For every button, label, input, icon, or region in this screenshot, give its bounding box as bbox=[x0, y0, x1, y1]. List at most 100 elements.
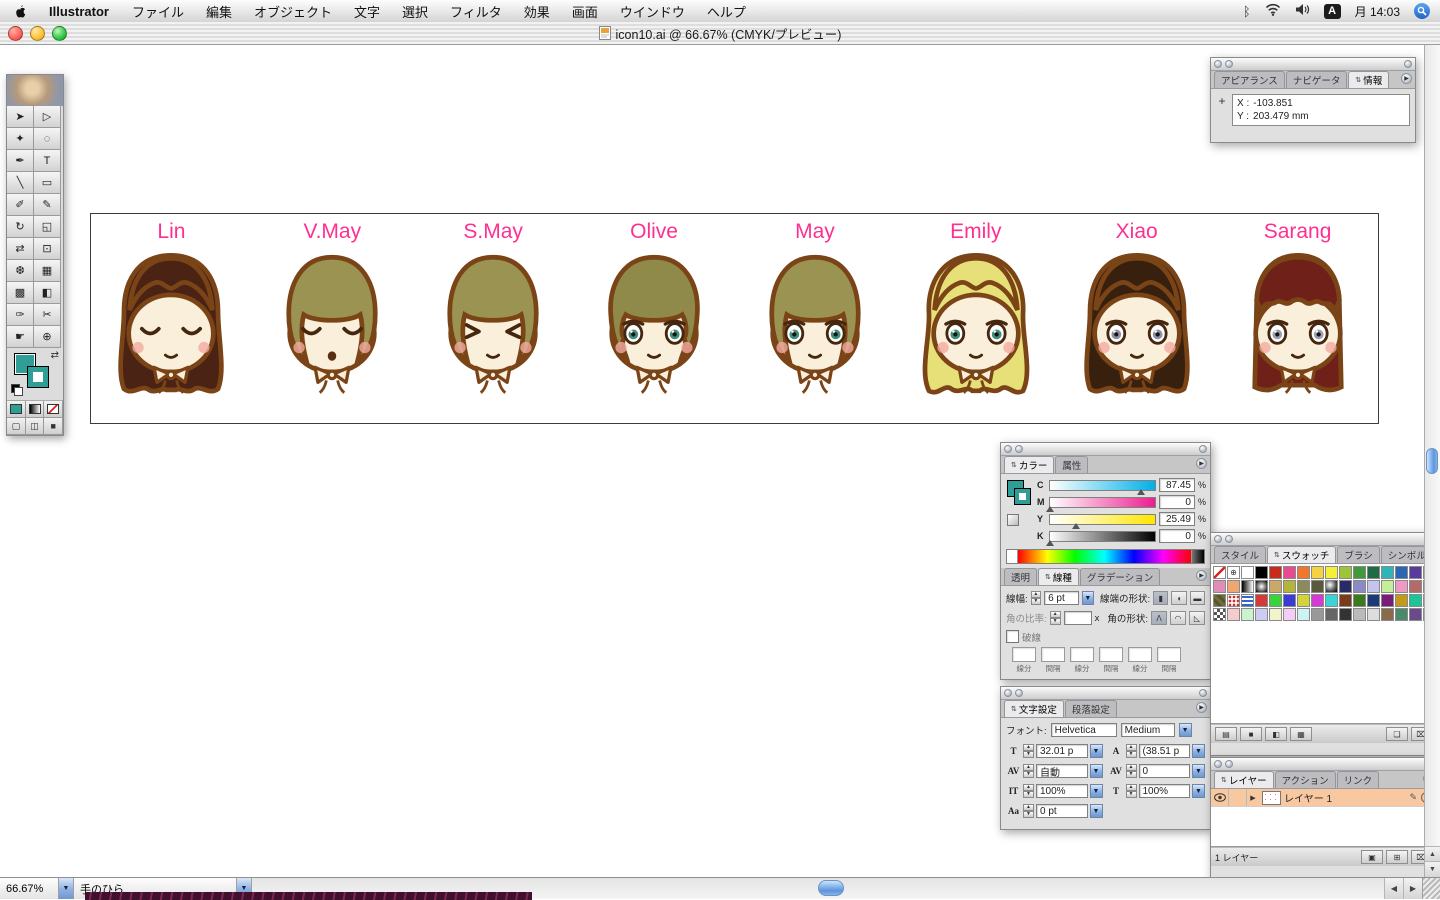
dash-value-field-3[interactable] bbox=[1099, 647, 1123, 662]
stepper-down-icon[interactable]: ▼ bbox=[1023, 751, 1034, 758]
channel-value-field-Y[interactable]: 25.49 bbox=[1158, 512, 1195, 526]
char-setting-value-field[interactable]: 自動 bbox=[1036, 764, 1088, 779]
swatch-44[interactable] bbox=[1381, 594, 1394, 607]
palette-close-button[interactable] bbox=[1214, 535, 1222, 543]
miter-join-button[interactable]: Λ bbox=[1151, 611, 1167, 625]
swatch-24[interactable] bbox=[1325, 580, 1338, 593]
spectrum-white-chip[interactable] bbox=[1007, 550, 1018, 563]
swatch-53[interactable] bbox=[1283, 608, 1296, 621]
swatch-41[interactable] bbox=[1339, 594, 1352, 607]
color-palette-menu-button[interactable]: ▶ bbox=[1196, 458, 1207, 469]
color-tab-1[interactable]: 属性 bbox=[1055, 456, 1089, 473]
dashed-line-checkbox[interactable] bbox=[1006, 630, 1019, 643]
round-cap-button[interactable]: ◖ bbox=[1171, 591, 1187, 605]
swatch-8[interactable] bbox=[1325, 566, 1338, 579]
window-resize-grip[interactable] bbox=[1422, 878, 1440, 899]
swatch-30[interactable] bbox=[1409, 580, 1422, 593]
stroke-tab-2[interactable]: グラデーション bbox=[1079, 568, 1161, 585]
menu-item-4[interactable]: 選択 bbox=[391, 2, 439, 21]
reflect-tool[interactable]: ⇄ bbox=[7, 238, 34, 260]
swatch-40[interactable] bbox=[1325, 594, 1338, 607]
menu-item-9[interactable]: ヘルプ bbox=[696, 2, 757, 21]
swatch-33[interactable] bbox=[1227, 594, 1240, 607]
stepper-down-icon[interactable]: ▼ bbox=[1125, 751, 1137, 758]
swatch-62[interactable] bbox=[1409, 608, 1422, 621]
dash-value-field-2[interactable] bbox=[1070, 647, 1094, 662]
type-tool[interactable]: T bbox=[34, 150, 61, 172]
swatch-13[interactable] bbox=[1395, 566, 1408, 579]
character-name-label[interactable]: Xiao bbox=[1056, 220, 1217, 244]
channel-slider-M[interactable] bbox=[1046, 496, 1156, 512]
char-setting-stepper[interactable]: ▲ ▼ bbox=[1023, 804, 1034, 818]
direct-selection-tool[interactable]: ▷ bbox=[34, 106, 61, 128]
info-palette-titlebar[interactable] bbox=[1211, 58, 1415, 71]
symbol-sprayer-tool[interactable]: ❆ bbox=[7, 260, 34, 282]
swatch-27[interactable] bbox=[1367, 580, 1380, 593]
stepper-up-icon[interactable]: ▲ bbox=[1023, 764, 1034, 771]
miter-field[interactable] bbox=[1063, 611, 1092, 625]
swatch-5[interactable] bbox=[1283, 566, 1296, 579]
menu-item-1[interactable]: 編集 bbox=[195, 2, 243, 21]
new-layer-button[interactable]: ⊞ bbox=[1386, 850, 1408, 864]
character-name-label[interactable]: Olive bbox=[574, 220, 735, 244]
swatch-4[interactable] bbox=[1269, 566, 1282, 579]
font-name-field[interactable]: Helvetica bbox=[1050, 723, 1117, 737]
swatch-6[interactable] bbox=[1297, 566, 1310, 579]
lasso-tool[interactable]: ◌ bbox=[34, 128, 61, 150]
swatch-18[interactable] bbox=[1241, 580, 1254, 593]
color-tab-0[interactable]: ⇅ カラー bbox=[1004, 456, 1055, 473]
layer-name[interactable]: レイヤー 1 bbox=[1284, 790, 1409, 805]
swatch-7[interactable] bbox=[1311, 566, 1324, 579]
swatch-32[interactable] bbox=[1213, 594, 1226, 607]
stepper-down-icon[interactable]: ▼ bbox=[1023, 811, 1034, 818]
show-all-swatches-button[interactable]: ▤ bbox=[1215, 727, 1237, 741]
palette-resize-button[interactable] bbox=[1199, 445, 1207, 453]
swatch-61[interactable] bbox=[1395, 608, 1408, 621]
font-style-field[interactable]: Medium bbox=[1120, 723, 1175, 737]
channel-value-field-M[interactable]: 0 bbox=[1158, 495, 1195, 509]
character-tab-0[interactable]: ⇅ 文字設定 bbox=[1004, 700, 1064, 717]
stepper-up-icon[interactable]: ▲ bbox=[1023, 744, 1034, 751]
char-setting-dropdown[interactable]: ▼ bbox=[1089, 804, 1103, 818]
swatch-46[interactable] bbox=[1409, 594, 1422, 607]
char-setting-dropdown[interactable]: ▼ bbox=[1192, 784, 1205, 798]
channel-value-field-C[interactable]: 87.45 bbox=[1158, 478, 1195, 492]
char-setting-dropdown[interactable]: ▼ bbox=[1192, 744, 1205, 758]
character-name-label[interactable]: S.May bbox=[413, 220, 574, 244]
dash-value-field-5[interactable] bbox=[1157, 647, 1181, 662]
graph-tool[interactable]: ▦ bbox=[34, 260, 61, 282]
menu-item-2[interactable]: オブジェクト bbox=[243, 2, 343, 21]
layer-expand-triangle[interactable]: ▶ bbox=[1247, 794, 1259, 802]
palette-close-button[interactable] bbox=[1004, 445, 1012, 453]
channel-value-field-K[interactable]: 0 bbox=[1158, 529, 1195, 543]
color-palette-titlebar[interactable] bbox=[1001, 443, 1210, 456]
palette-resize-button[interactable] bbox=[1199, 689, 1207, 697]
window-title-bar[interactable]: icon10.ai @ 66.67% (CMYK/プレビュー) bbox=[0, 22, 1440, 45]
spotlight-icon[interactable] bbox=[1414, 3, 1430, 19]
slider-marker[interactable] bbox=[1072, 522, 1081, 529]
gradient-mode-button[interactable] bbox=[25, 401, 45, 418]
selection-tool[interactable]: ➤ bbox=[7, 106, 34, 128]
apple-menu[interactable] bbox=[0, 4, 37, 19]
character-tab-1[interactable]: 段落設定 bbox=[1064, 700, 1117, 717]
horizontal-scroll-thumb[interactable] bbox=[818, 880, 844, 896]
swatch-16[interactable] bbox=[1213, 580, 1226, 593]
info-tab-2[interactable]: ⇅ 情報 bbox=[1348, 71, 1390, 88]
swatch-9[interactable] bbox=[1339, 566, 1352, 579]
free-transform-tool[interactable]: ⊡ bbox=[34, 238, 61, 260]
layer-visibility-eye-icon[interactable] bbox=[1211, 789, 1229, 806]
stroke-proxy-swatch[interactable] bbox=[1014, 488, 1031, 505]
swatch-58[interactable] bbox=[1353, 608, 1366, 621]
char-setting-stepper[interactable]: ▲ ▼ bbox=[1125, 744, 1137, 758]
stepper-down-icon[interactable]: ▼ bbox=[1023, 771, 1034, 778]
zoom-level-field[interactable]: 66.67% bbox=[0, 878, 59, 899]
stroke-palette-menu-button[interactable]: ▶ bbox=[1196, 570, 1207, 581]
palette-close-button[interactable] bbox=[1004, 689, 1012, 697]
swatch-56[interactable] bbox=[1325, 608, 1338, 621]
color-spectrum-bar[interactable] bbox=[1006, 549, 1205, 564]
info-tab-0[interactable]: アピアランス bbox=[1214, 71, 1285, 88]
swatch-45[interactable] bbox=[1395, 594, 1408, 607]
swatch-0[interactable] bbox=[1213, 566, 1226, 579]
char-setting-value-field[interactable]: 0 bbox=[1138, 764, 1190, 778]
stroke-weight-stepper[interactable]: ▲ ▼ bbox=[1030, 591, 1042, 605]
